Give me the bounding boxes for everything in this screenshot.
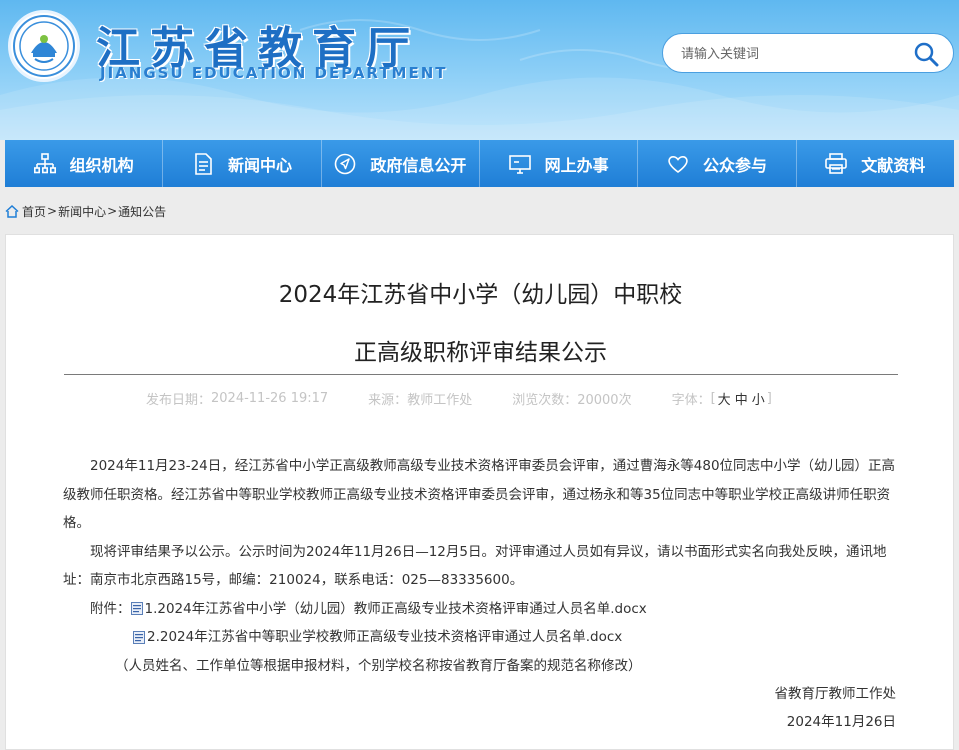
nav-label: 组织机构: [69, 155, 134, 175]
paragraph: 现将评审结果予以公示。公示时间为2024年11月26日—12月5日。对评审通过人…: [63, 543, 887, 589]
nav-item-gov-info[interactable]: 政府信息公开: [322, 140, 480, 187]
attachments-label: 附件：: [90, 600, 131, 617]
signature: 省教育厅教师工作处: [774, 686, 897, 702]
word-doc-icon: [133, 630, 145, 644]
source-value: 教师工作处: [407, 393, 473, 408]
views-count: 20000次: [577, 393, 632, 408]
heart-icon: [668, 155, 688, 173]
attachment-link[interactable]: 1.2024年江苏省中小学（幼儿园）教师正高级专业技术资格评审通过人员名单.do…: [145, 595, 647, 624]
paragraph: 2024年11月23-24日，经江苏省中小学正高级教师高级专业技术资格评审委员会…: [63, 458, 896, 531]
site-subtitle: JIANGSU EDUCATION DEPARTMENT: [100, 64, 448, 82]
publish-date-label: 发布日期：: [146, 393, 212, 408]
document-icon: [195, 152, 212, 175]
breadcrumb-current[interactable]: 通知公告: [118, 203, 166, 220]
nav-label: 政府信息公开: [370, 155, 467, 175]
breadcrumb-separator: >: [47, 204, 58, 218]
bracket-close: ]: [766, 391, 772, 406]
nav-item-documents[interactable]: 文献资料: [797, 140, 954, 187]
article-title-line1: 2024年江苏省中小学（幼儿园）中职校: [278, 282, 683, 308]
main-nav: 组织机构 新闻中心 政府信息公开 网上办事 公众参与 文献资料: [5, 140, 954, 187]
font-medium-button[interactable]: 中: [733, 389, 750, 408]
breadcrumb-news[interactable]: 新闻中心: [58, 203, 106, 220]
nav-label: 网上办事: [544, 155, 609, 175]
nav-item-online-service[interactable]: 网上办事: [480, 140, 639, 187]
nav-item-news[interactable]: 新闻中心: [163, 140, 322, 187]
article-title-line2: 正高级职称评审结果公示: [354, 340, 607, 366]
home-icon[interactable]: [5, 204, 19, 218]
attachment-note: （人员姓名、工作单位等根据申报材料，个别学校名称按省教育厅备案的规范名称修改）: [115, 657, 642, 674]
article-body: 2024年11月23-24日，经江苏省中小学正高级教师高级专业技术资格评审委员会…: [63, 452, 899, 680]
article-card: 2024年江苏省中小学（幼儿园）中职校 正高级职称评审结果公示 发布日期： 20…: [5, 234, 954, 750]
font-small-button[interactable]: 小: [750, 389, 767, 408]
font-size-label: 字体：: [671, 393, 711, 408]
attachment-link[interactable]: 2.2024年江苏省中等职业学校教师正高级专业技术资格评审通过人员名单.docx: [147, 623, 622, 652]
site-header: 江苏省教育厅 JIANGSU EDUCATION DEPARTMENT: [0, 0, 959, 140]
nav-item-public-participation[interactable]: 公众参与: [638, 140, 797, 187]
site-logo[interactable]: [8, 10, 80, 82]
nav-label: 公众参与: [702, 155, 767, 175]
monitor-icon: [508, 154, 531, 174]
logo-emblem-icon: [13, 15, 75, 77]
nav-label: 新闻中心: [227, 155, 292, 175]
word-doc-icon: [130, 602, 143, 616]
search-input[interactable]: [681, 43, 901, 65]
breadcrumb: 首页 > 新闻中心 > 通知公告: [5, 202, 166, 220]
attachment-row: 附件： 1.2024年江苏省中小学（幼儿园）教师正高级专业技术资格评审通过人员名…: [63, 595, 899, 624]
send-icon: [335, 153, 356, 174]
article-meta: 发布日期： 2024-11-26 19:17 来源： 教师工作处 浏览次数： 2…: [146, 389, 772, 408]
publish-date: 2024-11-26 19:17: [211, 391, 329, 406]
attachment-row: 2.2024年江苏省中等职业学校教师正高级专业技术资格评审通过人员名单.docx: [63, 623, 899, 652]
views-label: 浏览次数：: [512, 393, 578, 408]
breadcrumb-home[interactable]: 首页: [22, 203, 46, 220]
source-label: 来源：: [368, 393, 408, 408]
search-icon[interactable]: [913, 41, 939, 67]
nav-item-organization[interactable]: 组织机构: [5, 140, 164, 187]
printer-icon: [825, 152, 848, 174]
search-box: [662, 33, 954, 73]
sign-date: 2024年11月26日: [786, 714, 896, 730]
nav-label: 文献资料: [861, 155, 926, 175]
title-divider: [64, 374, 898, 375]
font-large-button[interactable]: 大: [716, 389, 733, 408]
breadcrumb-separator: >: [107, 204, 118, 218]
org-chart-icon: [33, 152, 56, 173]
